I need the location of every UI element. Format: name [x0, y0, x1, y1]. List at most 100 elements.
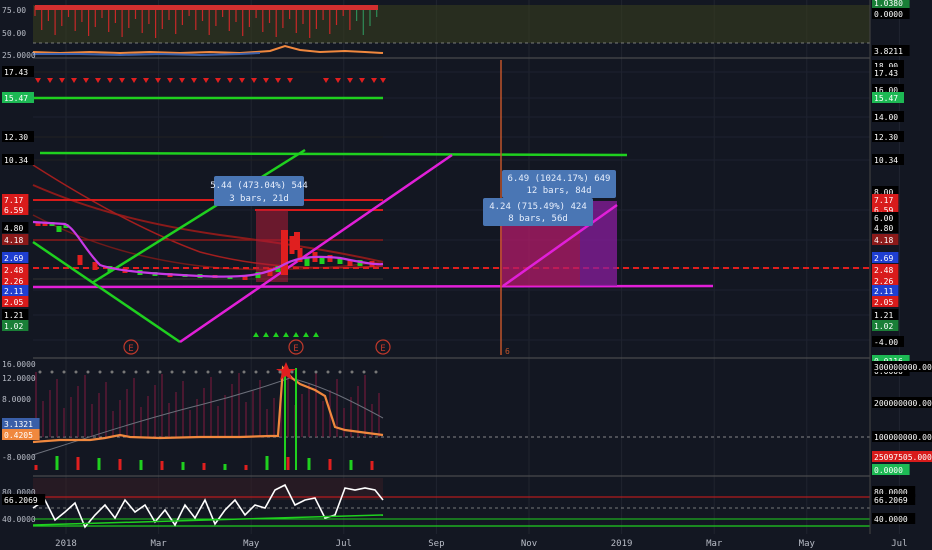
volume-lower-bar: [76, 457, 80, 470]
x-axis: 2018 Mar May Jul Sep Nov 2019 Mar May Jul: [55, 539, 907, 549]
x-tick-label: 2018: [55, 539, 77, 549]
price-label: 12.30: [874, 133, 898, 142]
price-label: 1.21: [4, 311, 23, 320]
price-label: 2.48: [4, 266, 23, 275]
price-label: 12.30: [4, 133, 28, 142]
annotation-box-3[interactable]: 4.24 (715.49%) 424 8 bars, 56d: [483, 198, 593, 226]
x-tick-label: Mar: [706, 539, 723, 549]
event-marker-label-2: E: [293, 344, 298, 354]
axis-tick: 12.0000: [2, 374, 36, 383]
candle: [294, 232, 300, 250]
x-tick-label: Jul: [336, 539, 352, 549]
chart-canvas[interactable]: E E E 6 5.44 (473.04%) 544 3 bars, 21d 6…: [0, 0, 932, 550]
volume-dot: [206, 370, 210, 374]
price-label: 0.0000: [874, 466, 903, 475]
up-signal-marker: [303, 332, 309, 337]
x-tick-label: 2019: [611, 539, 633, 549]
down-signal-marker: [203, 78, 209, 83]
volume-dot: [302, 370, 306, 374]
volume-lower-bar: [223, 464, 227, 470]
volume-dot: [194, 370, 198, 374]
volume-dot: [374, 370, 378, 374]
right-axis: 1.03800.00003.821118.0017.4316.0015.4714…: [869, 0, 932, 534]
volume-dot: [242, 370, 246, 374]
price-label: 17.43: [4, 68, 28, 77]
candle: [289, 236, 295, 254]
down-signal-marker: [47, 78, 53, 83]
volume-dot: [290, 370, 294, 374]
price-label: 4.80: [874, 224, 893, 233]
top-orange-line: [32, 44, 384, 55]
signal-down-markers: [35, 78, 386, 83]
down-signal-marker: [215, 78, 221, 83]
down-signal-marker: [95, 78, 101, 83]
down-signal-marker: [380, 78, 386, 83]
price-label: 1.02: [874, 322, 893, 331]
green-horizontal-long: [39, 151, 628, 157]
volume-lower-bar: [181, 462, 185, 470]
volume-lower-bar: [349, 460, 353, 470]
price-label: 10.34: [4, 156, 28, 165]
up-signal-marker: [293, 332, 299, 337]
event-marker-2[interactable]: E: [288, 339, 304, 355]
event-marker-label-3: E: [380, 344, 385, 354]
volume-lower-bar: [370, 461, 374, 470]
down-signal-marker: [167, 78, 173, 83]
down-signal-marker: [347, 78, 353, 83]
down-signal-marker: [59, 78, 65, 83]
up-signal-marker: [253, 332, 259, 337]
price-label: 2.48: [874, 266, 893, 275]
price-label: 3.8211: [874, 47, 903, 56]
down-signal-marker: [71, 78, 77, 83]
candle: [319, 258, 325, 264]
volume-dot: [98, 370, 102, 374]
down-signal-marker: [179, 78, 185, 83]
axis-tick: 16.0000: [2, 360, 36, 369]
volume-lower-bar: [55, 456, 59, 470]
volume-dot: [86, 370, 90, 374]
volume-dot: [362, 370, 366, 374]
rsi-green-rise: [32, 514, 384, 526]
axis-tick: 8.0000: [2, 395, 31, 404]
up-signal-marker: [283, 332, 289, 337]
x-tick-label: May: [243, 539, 260, 549]
price-label: 4.80: [4, 224, 23, 233]
price-label: 0.4205: [4, 431, 33, 440]
volume-histogram: [34, 372, 380, 470]
price-label: 2.69: [874, 254, 893, 263]
volume-lower-bar: [97, 458, 101, 470]
annotation-box-2[interactable]: 6.49 (1024.17%) 649 12 bars, 84d: [502, 170, 616, 198]
volume-dot: [230, 370, 234, 374]
price-label: -4.00: [874, 338, 898, 347]
down-signal-marker: [131, 78, 137, 83]
price-label: 10.34: [874, 156, 898, 165]
candle: [92, 262, 98, 270]
price-label: 17.43: [874, 69, 898, 78]
price-label: 15.47: [874, 94, 898, 103]
annotation-3-line1: 4.24 (715.49%) 424: [489, 202, 587, 212]
volume-dot: [38, 370, 42, 374]
event-marker-label-1: E: [128, 344, 133, 354]
annotation-box-1[interactable]: 5.44 (473.04%) 544 3 bars, 21d: [210, 176, 308, 206]
event-marker-1[interactable]: E: [123, 339, 139, 355]
volume-dot: [146, 370, 150, 374]
down-signal-marker: [83, 78, 89, 83]
projection-box-2: [500, 225, 580, 286]
axis-tick: 50.00: [2, 29, 26, 38]
up-signal-marker: [273, 332, 279, 337]
price-label: 3.1321: [4, 420, 33, 429]
down-signal-marker: [239, 78, 245, 83]
volume-lower-bar: [286, 457, 290, 470]
price-label: 2.69: [4, 254, 23, 263]
volume-dot: [170, 370, 174, 374]
signal-up-markers: [253, 332, 319, 337]
price-label: 2.05: [874, 298, 893, 307]
candle: [77, 255, 83, 265]
down-signal-marker: [371, 78, 377, 83]
up-signal-marker: [313, 332, 319, 337]
annotation-2-line1: 6.49 (1024.17%) 649: [508, 174, 611, 184]
event-marker-3[interactable]: E: [375, 339, 391, 355]
volume-dot: [182, 370, 186, 374]
down-signal-marker: [323, 78, 329, 83]
price-label: 7.17: [874, 196, 893, 205]
